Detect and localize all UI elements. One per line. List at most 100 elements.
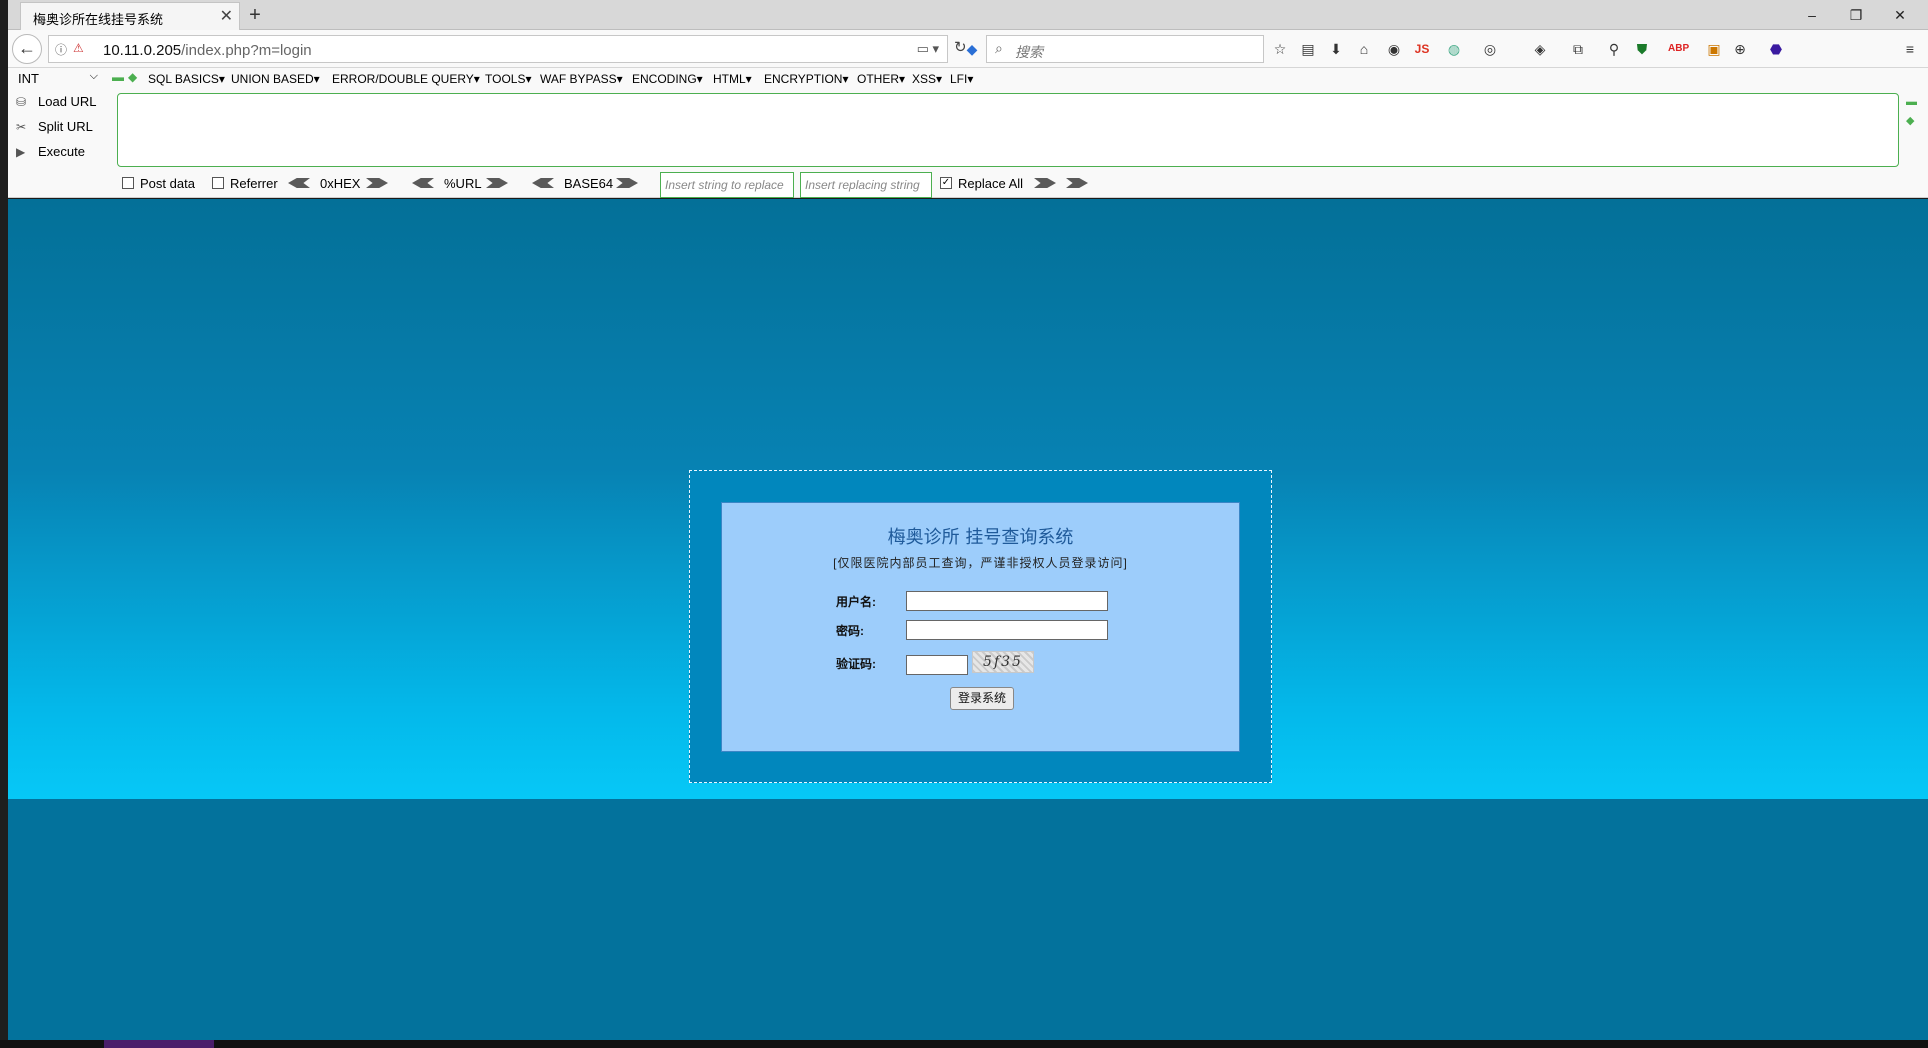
post-data-checkbox[interactable] xyxy=(122,177,134,189)
hackbar-type-select[interactable]: INT ⌵ xyxy=(18,70,98,87)
url-path: /index.php?m=login xyxy=(181,42,312,59)
hackbar-icon[interactable]: ▣ xyxy=(1704,39,1724,59)
info-icon[interactable]: ⓘ xyxy=(55,41,67,58)
split-url-icon: ✂ xyxy=(16,120,27,134)
login-title: 梅奥诊所 挂号查询系统 xyxy=(887,527,1074,548)
bookmark-pocket-icon[interactable]: ◆ xyxy=(962,39,982,59)
captcha-input[interactable] xyxy=(906,655,968,675)
menu-tools[interactable]: TOOLS▾ xyxy=(485,72,531,86)
url-label: %URL xyxy=(444,176,482,191)
replace-all-label: Replace All xyxy=(958,176,1024,191)
menu-encryption[interactable]: ENCRYPTION▾ xyxy=(764,72,848,86)
screenshot-icon[interactable]: ⧉ xyxy=(1568,39,1588,59)
execute-icon: ▶ xyxy=(16,145,26,159)
increase-icon[interactable]: ◆ xyxy=(128,70,137,84)
captcha-label: 验证码: xyxy=(836,657,876,671)
login-frame: 梅奥诊所 挂号查询系统 [仅限医院内部员工查询，严谨非授权人员登录访问] 用户名… xyxy=(689,470,1272,783)
browser-tab[interactable]: 梅奥诊所在线挂号系统 ✕ xyxy=(20,2,240,30)
hackbar-panel: ⛁ Load URL ✂ Split URL ▶ Execute ▬ ◆ Post d… xyxy=(8,90,1928,198)
reading-list-icon[interactable]: ▤ xyxy=(1298,39,1318,59)
menu-xss[interactable]: XSS▾ xyxy=(912,72,942,86)
captcha-noise xyxy=(973,652,1033,672)
login-subtitle: [仅限医院内部员工查询，严谨非授权人员登录访问] xyxy=(833,556,1128,570)
captcha-image[interactable]: 5f35 xyxy=(972,651,1034,673)
insecure-lock-icon[interactable]: ⚠ xyxy=(73,41,84,55)
menu-html[interactable]: HTML▾ xyxy=(713,72,752,86)
hex-label: 0xHEX xyxy=(320,176,361,191)
back-button[interactable]: ← xyxy=(12,34,42,64)
username-input[interactable] xyxy=(906,591,1108,611)
menu-other[interactable]: OTHER▾ xyxy=(857,72,905,86)
base64-label: BASE64 xyxy=(564,176,614,191)
menu-lfi[interactable]: LFI▾ xyxy=(950,72,973,86)
split-url-button[interactable]: ✂ Split URL xyxy=(16,119,93,139)
url-encode-arrow-icon[interactable] xyxy=(486,178,508,188)
referrer-label: Referrer xyxy=(230,176,278,191)
decrease-icon[interactable]: ▬ xyxy=(112,70,124,84)
replacing-string-input[interactable]: Insert replacing string xyxy=(800,172,932,198)
login-submit-button[interactable]: 登录系统 xyxy=(950,687,1014,710)
menu-encoding[interactable]: ENCODING▾ xyxy=(632,72,703,86)
chevron-down-icon: ⌵ xyxy=(89,70,98,82)
replace-string-input[interactable]: Insert string to replace xyxy=(660,172,794,198)
execute-label: Execute xyxy=(38,144,85,159)
minimize-button[interactable]: – xyxy=(1790,2,1834,28)
password-label: 密码: xyxy=(836,624,864,638)
hex-encode-arrow-icon[interactable] xyxy=(366,178,388,188)
menu-icon[interactable]: ≡ xyxy=(1900,39,1920,59)
hackbar-options: Post data Referrer 0xHEX %URL BASE64 Ins… xyxy=(8,172,1928,198)
grow-textarea-icon[interactable]: ◆ xyxy=(1906,114,1914,127)
taskbar-active-item[interactable] xyxy=(104,1040,214,1048)
shrink-textarea-icon[interactable]: ▬ xyxy=(1906,96,1917,108)
username-label: 用户名: xyxy=(836,595,876,609)
url-bar[interactable]: ⓘ ⚠ 10.11.0.205/index.php?m=login ▭ ▾ xyxy=(48,35,948,63)
search-placeholder: 搜索 xyxy=(1015,44,1043,60)
hexagon-extension-icon[interactable]: ⬣ xyxy=(1766,39,1786,59)
password-input[interactable] xyxy=(906,620,1108,640)
url-text[interactable]: 10.11.0.205/index.php?m=login xyxy=(103,42,312,59)
hackbar-type-value: INT xyxy=(18,71,39,86)
load-url-icon: ⛁ xyxy=(16,95,27,109)
replace-all-checkbox[interactable]: ✓ xyxy=(940,177,952,189)
javascript-icon[interactable]: JS xyxy=(1412,39,1432,59)
menu-waf-bypass[interactable]: WAF BYPASS▾ xyxy=(540,72,623,86)
navigation-bar: ← ⓘ ⚠ 10.11.0.205/index.php?m=login ▭ ▾ … xyxy=(8,30,1928,68)
hackbar-url-textarea[interactable] xyxy=(117,93,1899,167)
tab-close-icon[interactable]: ✕ xyxy=(220,6,233,26)
referrer-checkbox[interactable] xyxy=(212,177,224,189)
layers-icon[interactable]: ◈ xyxy=(1530,39,1550,59)
home-icon[interactable]: ⌂ xyxy=(1354,39,1374,59)
shield-icon[interactable]: ⛊ xyxy=(1632,39,1652,59)
replace-arrow-icon[interactable] xyxy=(1034,178,1056,188)
post-data-label: Post data xyxy=(140,176,195,191)
page-content: 梅奥诊所 挂号查询系统 [仅限医院内部员工查询，严谨非授权人员登录访问] 用户名… xyxy=(8,199,1928,1040)
desktop-edge xyxy=(0,0,8,1048)
tab-strip: 梅奥诊所在线挂号系统 ✕ + – ❐ ✕ xyxy=(8,0,1928,30)
globe-gray-icon[interactable]: ⊕ xyxy=(1730,39,1750,59)
load-url-button[interactable]: ⛁ Load URL xyxy=(16,94,97,114)
adblock-icon[interactable]: ABP xyxy=(1668,39,1689,59)
search-icon: ⌕ xyxy=(995,40,1003,56)
base64-encode-arrow-icon[interactable] xyxy=(616,178,638,188)
download-icon[interactable]: ⬇ xyxy=(1326,39,1346,59)
star-icon[interactable]: ☆ xyxy=(1270,39,1290,59)
restore-button[interactable]: ❐ xyxy=(1834,2,1878,28)
search-bar[interactable]: ⌕ 搜索 xyxy=(986,35,1264,63)
url-decode-arrow-icon[interactable] xyxy=(412,178,434,188)
page-actions-icon[interactable]: ▭ ▾ xyxy=(917,41,939,57)
menu-error-double-query[interactable]: ERROR/DOUBLE QUERY▾ xyxy=(332,72,480,86)
hackbar-menu: INT ⌵ ▬ ◆ SQL BASICS▾ UNION BASED▾ ERROR/… xyxy=(8,68,1928,90)
globe-icon[interactable]: ◉ xyxy=(1384,39,1404,59)
hex-decode-arrow-icon[interactable] xyxy=(288,178,310,188)
menu-sql-basics[interactable]: SQL BASICS▾ xyxy=(148,72,225,86)
base64-decode-arrow-icon[interactable] xyxy=(532,178,554,188)
new-tab-button[interactable]: + xyxy=(240,2,270,30)
menu-union-based[interactable]: UNION BASED▾ xyxy=(231,72,320,86)
login-panel: 梅奥诊所 挂号查询系统 [仅限医院内部员工查询，严谨非授权人员登录访问] 用户名… xyxy=(721,502,1240,752)
palette-icon[interactable]: ◎ xyxy=(1480,39,1500,59)
close-window-button[interactable]: ✕ xyxy=(1878,2,1922,28)
extension-color-icon[interactable]: ◍ xyxy=(1444,39,1464,59)
zoom-icon[interactable]: ⚲ xyxy=(1604,39,1624,59)
replace-next-arrow-icon[interactable] xyxy=(1066,178,1088,188)
execute-button[interactable]: ▶ Execute xyxy=(16,144,85,164)
